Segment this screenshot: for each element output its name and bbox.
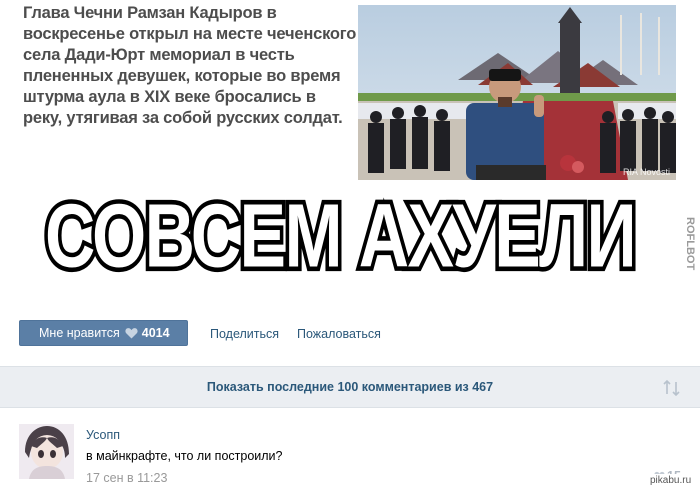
- show-comments-link[interactable]: Показать последние 100 комментариев из 4…: [0, 380, 700, 394]
- site-watermark: pikabu.ru: [646, 474, 696, 487]
- like-count: 4014: [141, 326, 170, 340]
- like-button[interactable]: Мне нравится 4014: [19, 320, 188, 346]
- sort-arrows-icon[interactable]: [662, 379, 682, 397]
- comment-author[interactable]: Усопп: [86, 428, 120, 442]
- news-photo: RIA Novosti: [358, 5, 676, 180]
- meme-caption: СОВСЕМ АХУЕЛИ: [40, 190, 640, 280]
- caption-text: СОВСЕМ АХУЕЛИ: [45, 190, 635, 280]
- meme-image: Глава Чечни Рамзан Кадыров в воскресенье…: [0, 0, 700, 300]
- comments-bar: Показать последние 100 комментариев из 4…: [0, 366, 700, 408]
- memorial-photo-drawing: [358, 5, 676, 180]
- heart-icon: [125, 327, 138, 339]
- comment: Усопп в майнкрафте, что ли построили? 17…: [0, 408, 700, 492]
- watermark-text: ROFLBOT: [684, 217, 695, 270]
- news-text: Глава Чечни Рамзан Кадыров в воскресенье…: [23, 4, 357, 127]
- avatar[interactable]: [19, 424, 74, 479]
- like-label: Мне нравится: [39, 326, 120, 340]
- roflbot-watermark: ROFLBOT: [669, 215, 696, 285]
- report-link[interactable]: Пожаловаться: [297, 327, 381, 341]
- comment-time[interactable]: 17 сен в 11:23: [86, 471, 167, 485]
- photo-credit: RIA Novosti: [622, 167, 670, 177]
- comment-text: в майнкрафте, что ли построили?: [86, 449, 283, 463]
- share-link[interactable]: Поделиться: [210, 327, 279, 341]
